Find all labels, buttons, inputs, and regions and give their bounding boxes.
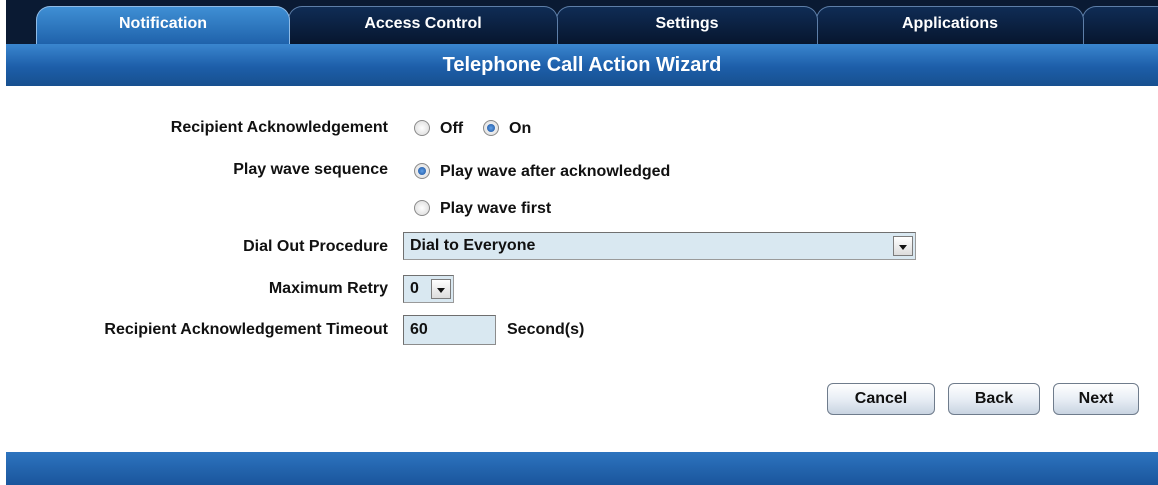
tab-notification[interactable]: Notification — [36, 6, 290, 44]
tab-bar: Applications Settings Access Control Not… — [6, 0, 1158, 44]
wizard-content: Recipient Acknowledgement Off On Play wa… — [6, 86, 1158, 452]
tab-overflow[interactable] — [1082, 6, 1158, 44]
back-button[interactable]: Back — [948, 383, 1040, 415]
tab-settings[interactable]: Settings — [556, 6, 818, 44]
wave-after-ack-label: Play wave after acknowledged — [440, 163, 671, 180]
wave-first-radio[interactable] — [414, 200, 430, 216]
wave-first-label: Play wave first — [440, 200, 552, 217]
wave-after-ack-radio[interactable] — [414, 163, 430, 179]
retry-label: Maximum Retry — [268, 280, 388, 297]
ack-label: Recipient Acknowledgement — [170, 119, 388, 136]
next-button[interactable]: Next — [1053, 383, 1139, 415]
cancel-button[interactable]: Cancel — [827, 383, 935, 415]
wave-label: Play wave sequence — [233, 161, 388, 178]
chevron-down-icon[interactable] — [893, 236, 913, 256]
max-retry-select[interactable]: 0 — [403, 275, 454, 303]
timeout-label: Recipient Acknowledgement Timeout — [104, 321, 388, 338]
chevron-down-icon[interactable] — [431, 279, 451, 299]
ack-off-label: Off — [440, 120, 464, 137]
dial-label: Dial Out Procedure — [243, 238, 388, 255]
ack-on-radio[interactable] — [483, 120, 499, 136]
wizard-frame: Applications Settings Access Control Not… — [6, 0, 1158, 485]
tab-applications[interactable]: Applications — [816, 6, 1084, 44]
timeout-unit: Second(s) — [507, 321, 585, 338]
page-title: Telephone Call Action Wizard — [6, 44, 1158, 86]
max-retry-value: 0 — [410, 280, 419, 297]
tab-access-control[interactable]: Access Control — [288, 6, 558, 44]
dial-out-select[interactable]: Dial to Everyone — [403, 232, 916, 260]
dial-out-value: Dial to Everyone — [410, 237, 536, 254]
footer-bar — [6, 452, 1158, 485]
ack-off-radio[interactable] — [414, 120, 430, 136]
timeout-input[interactable]: 60 — [403, 315, 496, 345]
ack-on-label: On — [509, 120, 532, 137]
